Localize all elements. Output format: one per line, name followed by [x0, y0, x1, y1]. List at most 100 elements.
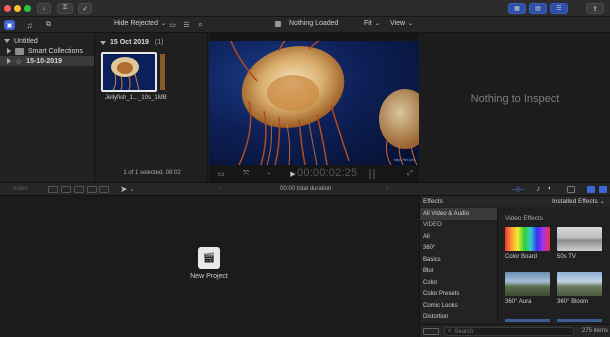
libraries-button[interactable]: ▣ [4, 20, 15, 30]
timecode-display[interactable]: 00:00:02:25 [297, 167, 357, 179]
photos-audio-button[interactable]: ♫ [24, 20, 35, 30]
disclosure-triangle-icon[interactable] [4, 39, 10, 43]
sliders-icon: ☰ [556, 6, 562, 12]
filter-label: Hide Rejected [114, 20, 158, 27]
checkmark-icon: ✓ [82, 5, 88, 13]
category-360[interactable]: 360° [420, 243, 497, 255]
color-board-thumbnail [505, 227, 550, 251]
close-window-button[interactable] [4, 5, 11, 12]
effects-footer: ⌕ Search 275 items [420, 324, 610, 337]
minimize-window-button[interactable] [14, 5, 21, 12]
show-timeline-button[interactable]: ▤ [529, 3, 547, 14]
next-button[interactable]: › [386, 185, 388, 192]
library-item-event[interactable]: ☆ 15-10-2019 [0, 56, 94, 66]
library-item-untitled[interactable]: Untitled [0, 36, 94, 46]
timeline: 🎬︎ New Project [0, 196, 418, 337]
view-dropdown[interactable]: View ⌄ [390, 20, 413, 27]
library-label: Smart Collections [28, 47, 83, 55]
inspector: Nothing to Inspect [420, 33, 610, 182]
timecode-value: 00:00:02:25 [297, 167, 358, 179]
chevron-down-icon: ⌄ [599, 199, 605, 205]
play-icon: ▶ [290, 171, 296, 178]
background-tasks-button[interactable]: ✓ [78, 3, 92, 14]
sidebar-toggle-button[interactable] [423, 328, 439, 335]
chevron-down-icon: ⌄ [374, 21, 380, 27]
tool-menu[interactable]: ➤ ⌄ [120, 184, 135, 195]
video-frame[interactable]: http://tel.ly/v [209, 41, 419, 165]
timeline-icon: ▤ [535, 6, 541, 12]
category-color-presets[interactable]: Color Presets [420, 289, 497, 301]
category-distortion[interactable]: Distortion [420, 312, 497, 324]
snapping-button[interactable] [567, 186, 575, 193]
solo-button[interactable]: ◐ [548, 185, 552, 192]
library-label: 15-10-2019 [26, 57, 62, 65]
share-button[interactable]: ⇪ [586, 3, 604, 14]
arrow-pointer-icon: ➤ [120, 184, 128, 194]
effects-count: 275 items [582, 328, 609, 334]
title-bar: ↓ ⚿ ✓ ▦ ▤ ☰ ⇪ [0, 0, 610, 17]
effect-label: 360° Bloom [557, 299, 589, 305]
keywords-button[interactable]: ⚿ [57, 3, 73, 14]
fullscreen-button[interactable]: ⤢ [405, 169, 415, 179]
headphones-icon[interactable]: ♪ [536, 184, 540, 193]
effects-search-input[interactable]: ⌕ Search [444, 327, 574, 336]
disclosure-triangle-icon[interactable] [100, 40, 106, 45]
titles-generators-button[interactable]: ⧉ [43, 20, 54, 30]
transitions-browser-toggle[interactable] [599, 186, 607, 193]
connect-clip-button[interactable] [48, 186, 58, 193]
browser-status: 1 of 1 selected, 08:02 [123, 170, 181, 176]
fit-label: Fit [364, 20, 372, 27]
event-header[interactable]: 15 Oct 2019 (1) [100, 39, 163, 46]
new-project-button[interactable]: 🎬︎ [198, 247, 220, 269]
search-icon: ⌕ [198, 19, 203, 29]
installed-effects-dropdown[interactable]: Installed Effects ⌄ [552, 198, 605, 205]
fit-dropdown[interactable]: Fit ⌄ [364, 20, 380, 27]
category-all[interactable]: All [420, 231, 497, 243]
effect-label: 50s TV [557, 254, 576, 260]
viewer-options-button[interactable]: ▭ [214, 169, 228, 179]
viewer-status-label: Nothing Loaded [289, 20, 339, 27]
clip-thumbnail[interactable] [101, 52, 157, 92]
effect-item-color-board[interactable]: Color Board [505, 227, 550, 260]
library-item-smart-collections[interactable]: Smart Collections [0, 46, 94, 56]
effect-item-360-aura[interactable]: 360° Aura [505, 272, 550, 305]
event-count: (1) [154, 39, 164, 46]
browser-search-button[interactable]: ⌕ [196, 20, 205, 29]
audio-skimming-button[interactable]: ⊣⊢ [511, 185, 525, 194]
import-button[interactable]: ↓ [37, 3, 51, 14]
titles-icon: ⧉ [46, 21, 51, 28]
show-inspector-button[interactable]: ☰ [550, 3, 568, 14]
clip-appearance-button[interactable]: ▭ [168, 20, 177, 29]
speed-button[interactable]: ◔ [261, 169, 275, 179]
transform-button[interactable]: ⤧ [239, 169, 253, 179]
show-browser-button[interactable]: ▦ [508, 3, 526, 14]
overwrite-clip-button[interactable] [87, 186, 97, 193]
effects-title: Effects [423, 198, 443, 205]
category-comic-looks[interactable]: Comic Looks [420, 300, 497, 312]
search-placeholder: Search [454, 328, 474, 335]
zoom-window-button[interactable] [24, 5, 31, 12]
category-color[interactable]: Color [420, 277, 497, 289]
folder-icon [15, 47, 24, 55]
timeline-toolbar: Index ➤ ⌄ ‹ 00:00 total duration › ⊣⊢ ♪ … [0, 182, 610, 196]
chevron-down-icon: ⌄ [129, 187, 135, 193]
append-clip-button[interactable] [74, 186, 84, 193]
effect-item-360-bloom[interactable]: 360° Bloom [557, 272, 602, 305]
disclosure-triangle-icon[interactable] [7, 48, 11, 54]
inspector-placeholder: Nothing to Inspect [470, 93, 560, 105]
effect-item-50s-tv[interactable]: 50s TV [557, 227, 602, 260]
list-view-button[interactable]: ☰ [182, 20, 191, 29]
insert-clip-button[interactable] [61, 186, 71, 193]
category-basics[interactable]: Basics [420, 254, 497, 266]
filter-dropdown[interactable]: Hide Rejected ⌄ [114, 20, 166, 27]
previous-button[interactable]: ‹ [219, 185, 221, 192]
category-all-video-audio[interactable]: All Video & Audio [420, 208, 497, 220]
edit-options-button[interactable] [99, 186, 109, 193]
effects-browser-toggle[interactable] [587, 186, 595, 193]
effects-header: Effects Installed Effects ⌄ [420, 196, 610, 207]
category-blur[interactable]: Blur [420, 266, 497, 278]
view-label: View [390, 20, 406, 27]
index-button[interactable]: Index [13, 186, 28, 192]
speedometer-icon: ◔ [265, 170, 271, 178]
disclosure-triangle-icon[interactable] [7, 58, 11, 64]
